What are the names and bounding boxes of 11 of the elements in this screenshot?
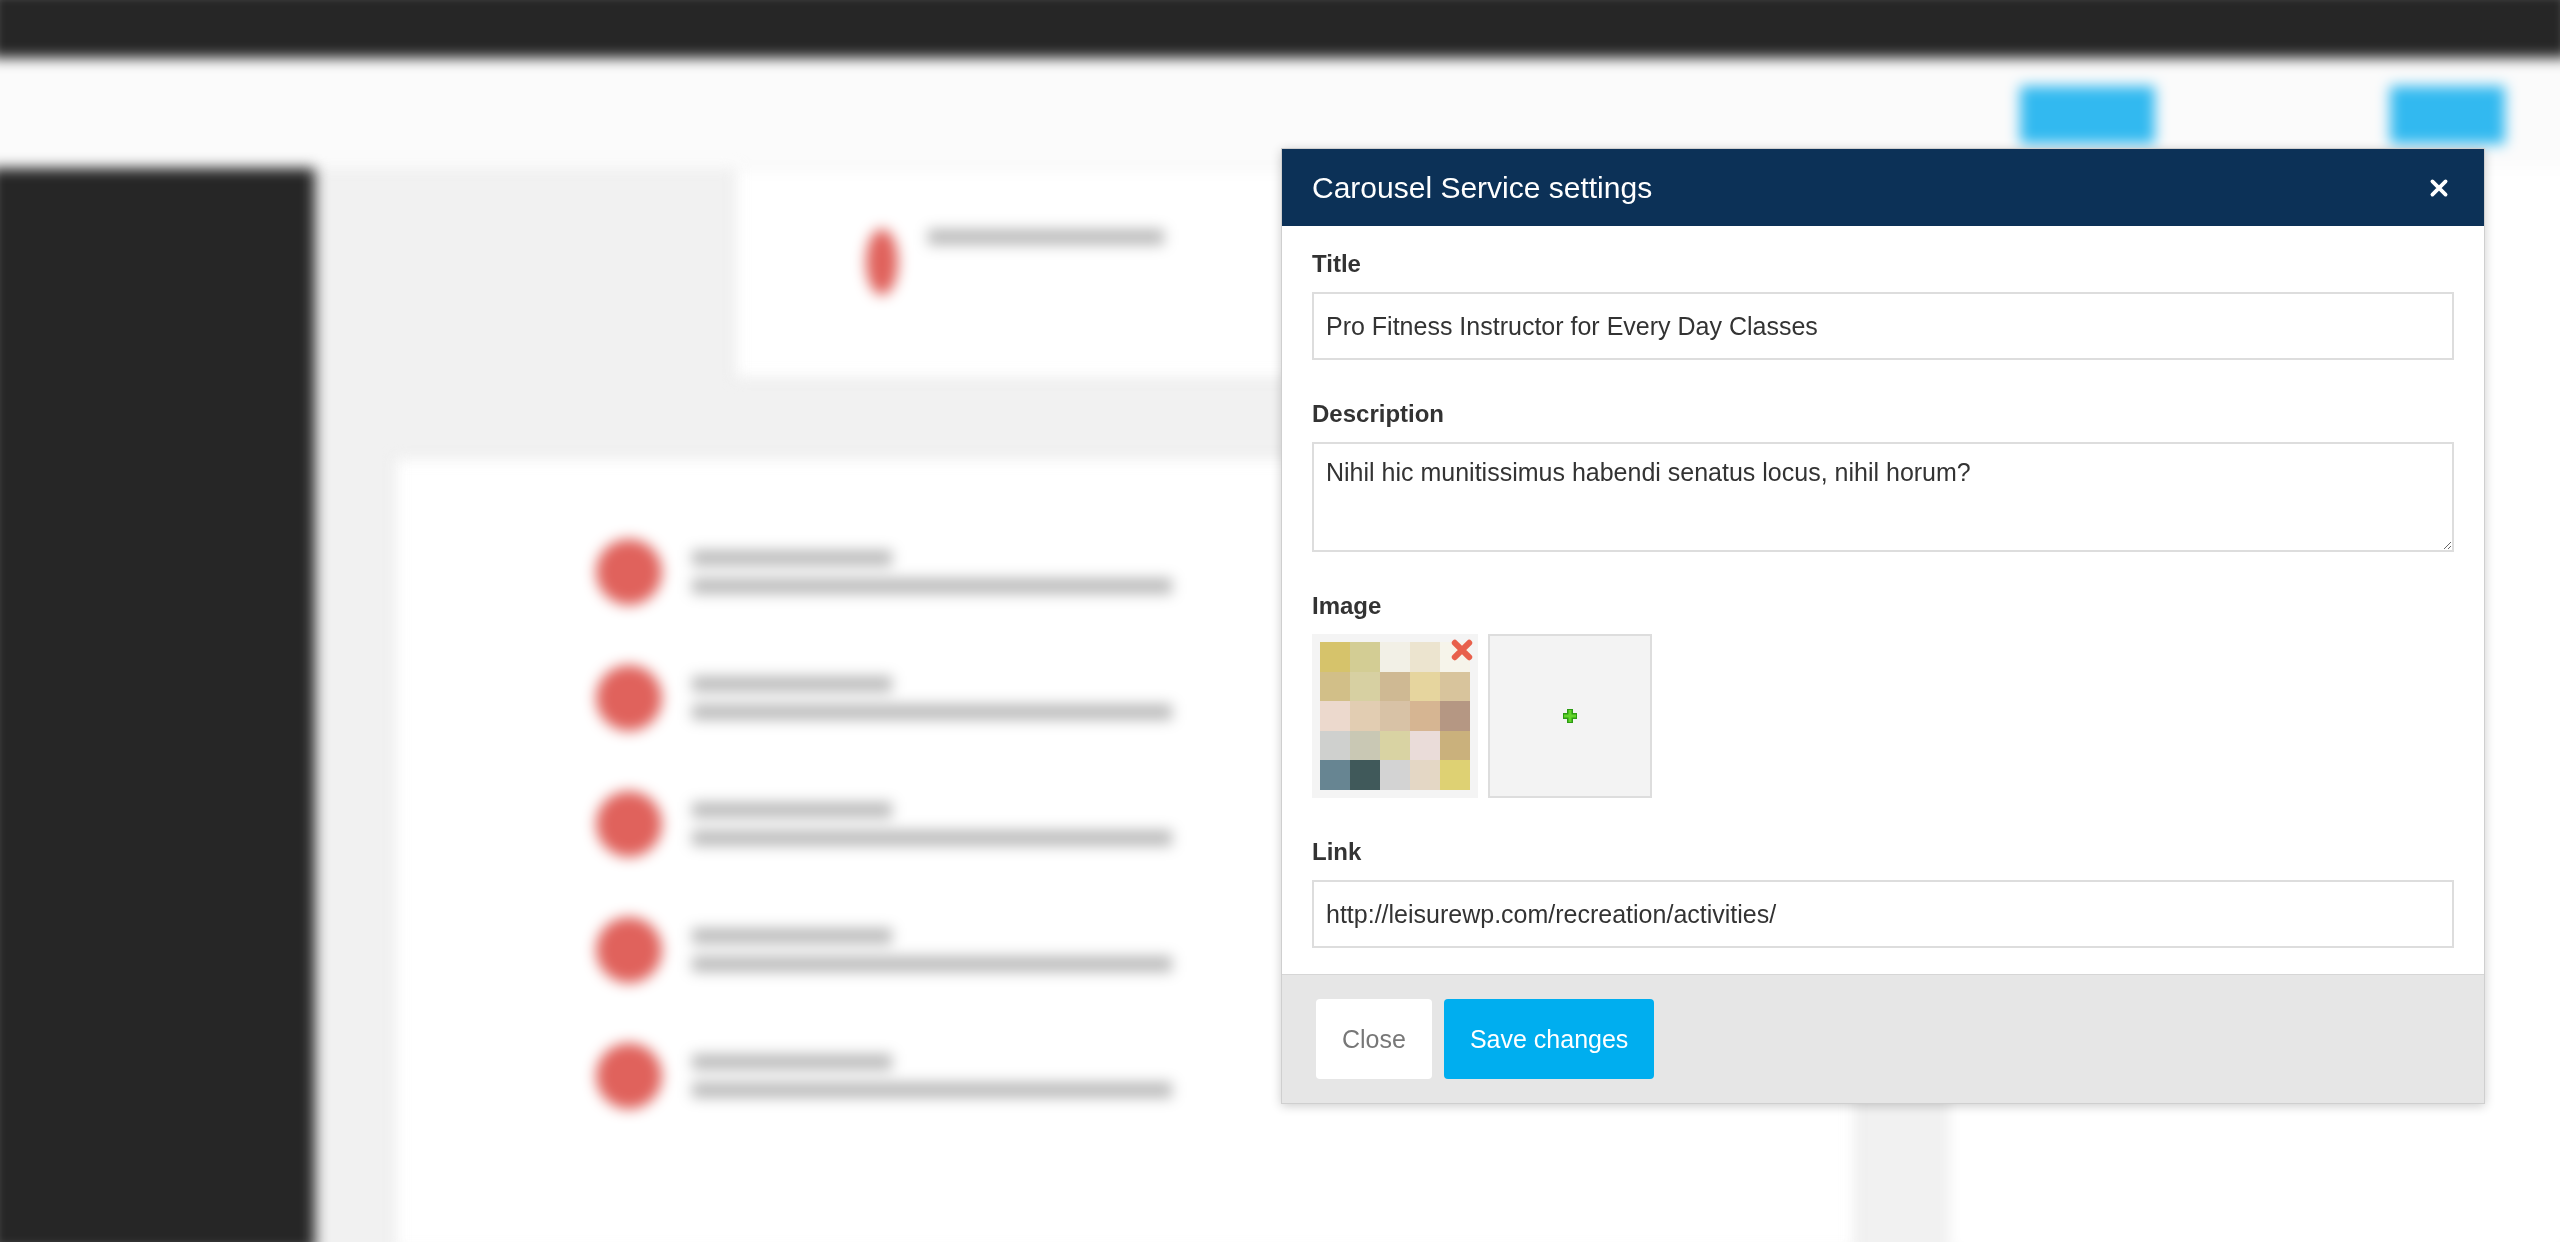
text-input-field[interactable]: Pro Fitness Instructor for Every Day Classes	[1312, 292, 2454, 360]
close-button[interactable]: Close	[1316, 999, 1432, 1079]
field-label: Description	[1312, 400, 1445, 428]
plus-icon	[1560, 706, 1580, 726]
remove-icon[interactable]	[1450, 638, 1474, 662]
field-label: Image	[1312, 592, 1382, 620]
field-label: Link	[1312, 838, 1362, 866]
dialog-title: Carousel Service settings	[1312, 170, 1653, 205]
field-label: Title	[1312, 250, 1361, 278]
text-input-field[interactable]: http://leisurewp.com/recreation/activities/	[1312, 880, 2454, 948]
textarea-field[interactable]: Nihil hic munitissimus habendi senatus locus, nihil horum?	[1312, 442, 2454, 552]
